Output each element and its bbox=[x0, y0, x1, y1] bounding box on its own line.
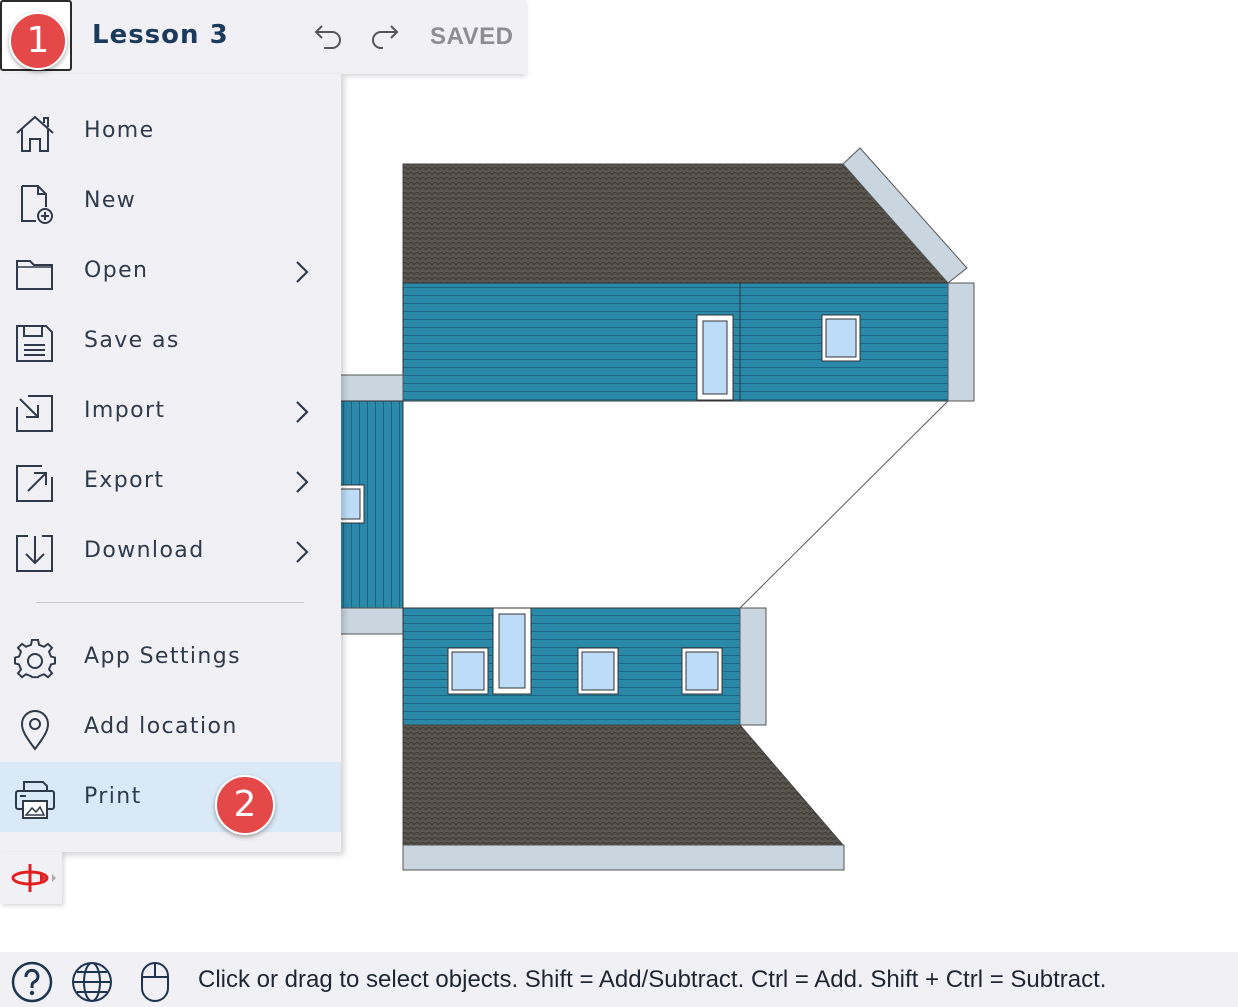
status-bar: Click or drag to select objects. Shift =… bbox=[0, 952, 1238, 1007]
home-icon bbox=[16, 115, 54, 152]
import-icon bbox=[16, 395, 53, 432]
export-icon bbox=[16, 465, 53, 502]
save-status: SAVED bbox=[430, 23, 514, 50]
redo-icon[interactable] bbox=[367, 20, 401, 54]
menu-item-home[interactable]: Home bbox=[0, 96, 341, 166]
location-pin-icon bbox=[20, 710, 50, 751]
menu-item-label: App Settings bbox=[84, 644, 242, 669]
top-bar: Lesson 3 SAVED bbox=[0, 0, 526, 74]
menu-item-save-as[interactable]: Save as bbox=[0, 306, 341, 376]
menu-item-label: New bbox=[84, 188, 137, 213]
wall-panel-upper[interactable] bbox=[402, 282, 949, 402]
new-file-icon bbox=[21, 185, 53, 224]
menu-item-download[interactable]: Download bbox=[0, 516, 341, 586]
menu-item-new[interactable]: New bbox=[0, 166, 341, 236]
save-icon bbox=[16, 325, 53, 362]
undo-icon[interactable] bbox=[312, 20, 346, 54]
chevron-right-icon bbox=[296, 541, 309, 563]
chevron-right-icon bbox=[296, 471, 309, 493]
menu-item-export[interactable]: Export bbox=[0, 446, 341, 516]
chevron-right-icon bbox=[296, 261, 309, 283]
roof-flap-bottom[interactable] bbox=[402, 844, 845, 871]
menu-item-label: Open bbox=[84, 258, 149, 283]
menu-item-add-location[interactable]: Add location bbox=[0, 692, 341, 762]
menu-item-label: Import bbox=[84, 398, 166, 423]
menu-item-label: Download bbox=[84, 538, 205, 563]
menu-item-label: Export bbox=[84, 468, 165, 493]
rotate-tool-button[interactable] bbox=[0, 852, 62, 904]
rotate-3d-icon bbox=[11, 864, 56, 892]
globe-icon[interactable] bbox=[70, 960, 114, 1004]
step-badge-1: 1 bbox=[9, 12, 67, 70]
mouse-icon[interactable] bbox=[133, 960, 177, 1004]
menu-item-label: Add location bbox=[84, 714, 238, 739]
menu-divider bbox=[36, 602, 304, 603]
printer-icon bbox=[15, 781, 55, 819]
roof-panel-bottom[interactable] bbox=[402, 724, 845, 846]
gear-icon bbox=[14, 639, 56, 679]
status-message: Click or drag to select objects. Shift =… bbox=[198, 966, 1107, 993]
chevron-right-icon bbox=[296, 401, 309, 423]
wall-tab-lower[interactable] bbox=[739, 607, 767, 726]
menu-item-label: Save as bbox=[84, 328, 180, 353]
menu-item-app-settings[interactable]: App Settings bbox=[0, 622, 341, 692]
document-title[interactable]: Lesson 3 bbox=[92, 20, 229, 50]
help-icon[interactable] bbox=[10, 960, 54, 1004]
menu-item-label: Home bbox=[84, 118, 155, 143]
wall-tab-upper[interactable] bbox=[947, 282, 975, 402]
menu-item-print[interactable]: Print bbox=[0, 762, 341, 832]
download-icon bbox=[16, 535, 53, 572]
folder-icon bbox=[16, 260, 53, 290]
menu-item-import[interactable]: Import bbox=[0, 376, 341, 446]
file-menu: Home New Open Save as Import Export Down… bbox=[0, 74, 341, 852]
menu-item-open[interactable]: Open bbox=[0, 236, 341, 306]
menu-item-label: Print bbox=[84, 784, 142, 809]
step-badge-2: 2 bbox=[215, 775, 275, 835]
